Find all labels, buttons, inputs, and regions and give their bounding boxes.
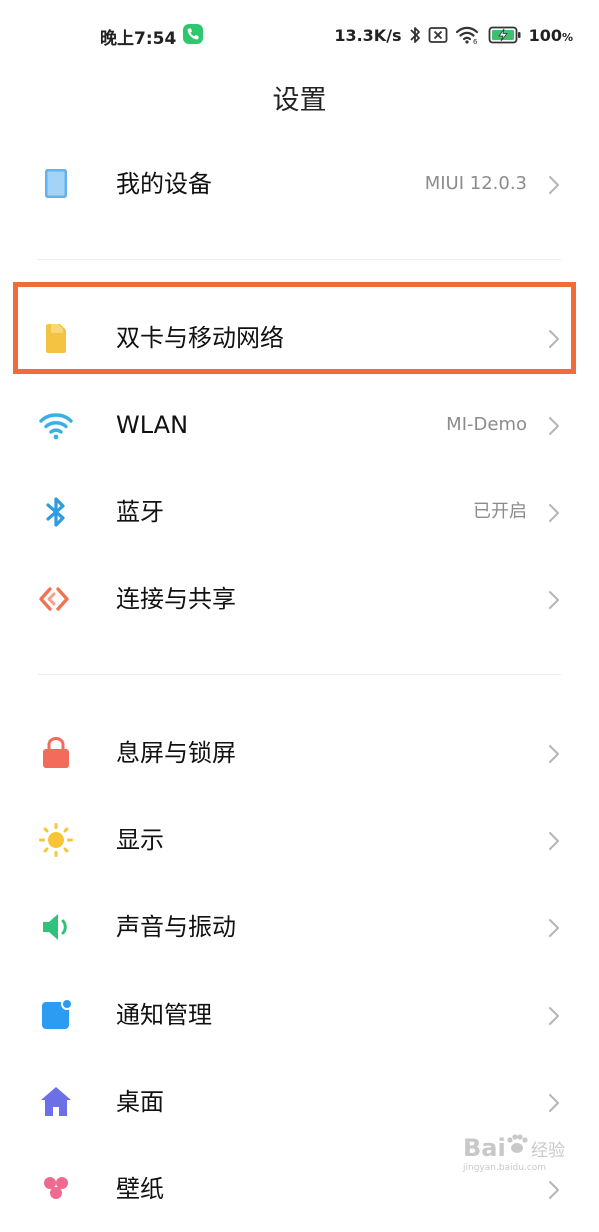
settings-item-label: 连接与共享 — [116, 585, 236, 613]
settings-item-label: 桌面 — [116, 1088, 164, 1116]
settings-item-wlan[interactable]: WLAN MI-Demo — [0, 382, 599, 468]
page-title: 设置 — [272, 85, 327, 116]
watermark-subtitle: jingyan.baidu.com — [462, 1163, 546, 1173]
settings-item-sound[interactable]: 声音与振动 — [0, 884, 599, 970]
section-divider — [38, 259, 561, 260]
chevron-right-icon — [549, 591, 559, 609]
settings-item-value: 已开启 — [473, 501, 527, 522]
baidu-watermark: Bai 经验 jingyan.baidu.com — [462, 1134, 565, 1173]
phone-call-icon — [183, 24, 203, 44]
chevron-right-icon — [549, 1007, 559, 1025]
bluetooth-icon — [409, 27, 420, 43]
home-icon — [41, 1087, 71, 1116]
settings-item-value: MIUI 12.0.3 — [424, 173, 527, 194]
settings-item-my-device[interactable]: 我的设备 MIUI 12.0.3 — [0, 141, 599, 227]
section-divider — [38, 674, 561, 675]
lock-icon — [43, 736, 69, 768]
wifi-icon: 6 — [455, 26, 478, 45]
highlight-box — [13, 282, 576, 374]
settings-item-label: 蓝牙 — [116, 498, 164, 526]
chevron-right-icon — [549, 832, 559, 850]
settings-item-label: 我的设备 — [116, 170, 212, 198]
chevron-right-icon — [549, 417, 559, 435]
settings-item-lock[interactable]: 息屏与锁屏 — [0, 710, 599, 796]
settings-item-display[interactable]: 显示 — [0, 797, 599, 883]
svg-text:经验: 经验 — [531, 1141, 565, 1161]
settings-item-notifications[interactable]: 通知管理 — [0, 972, 599, 1058]
settings-item-label: 壁纸 — [116, 1175, 164, 1203]
bluetooth-icon — [46, 497, 65, 527]
settings-item-label: 显示 — [116, 826, 164, 854]
paw-icon — [507, 1134, 528, 1153]
sun-icon — [39, 823, 73, 857]
battery-charging-icon — [488, 26, 521, 44]
chevron-right-icon — [549, 919, 559, 937]
chevron-right-icon — [549, 504, 559, 522]
chevron-right-icon — [549, 745, 559, 763]
battery-percent: 100% — [528, 25, 573, 45]
svg-text:6: 6 — [473, 38, 478, 45]
settings-item-bluetooth[interactable]: 蓝牙 已开启 — [0, 469, 599, 555]
settings-item-label: 声音与振动 — [116, 913, 236, 941]
notification-icon — [42, 998, 73, 1029]
chevron-right-icon — [549, 1094, 559, 1112]
settings-item-label: WLAN — [116, 411, 189, 439]
watermark-brand: Bai — [463, 1134, 506, 1162]
status-bar: 晚上7:54 13.3K/s 6 100% — [0, 0, 599, 70]
wifi-icon — [39, 413, 73, 440]
settings-item-label: 通知管理 — [116, 1001, 212, 1029]
settings-item-label: 息屏与锁屏 — [116, 739, 236, 767]
chevron-right-icon — [549, 176, 559, 194]
device-icon — [45, 169, 67, 198]
settings-item-share[interactable]: 连接与共享 — [0, 556, 599, 642]
chevron-right-icon — [549, 1181, 559, 1199]
share-icon — [39, 587, 69, 611]
status-time: 晚上7:54 — [100, 29, 177, 49]
settings-item-value: MI-Demo — [446, 414, 527, 435]
status-indicators: 13.3K/s 6 100% — [334, 24, 573, 46]
net-speed: 13.3K/s — [334, 25, 402, 45]
wallpaper-icon — [44, 1177, 68, 1199]
speaker-icon — [43, 914, 67, 940]
sim-off-icon — [428, 27, 447, 43]
